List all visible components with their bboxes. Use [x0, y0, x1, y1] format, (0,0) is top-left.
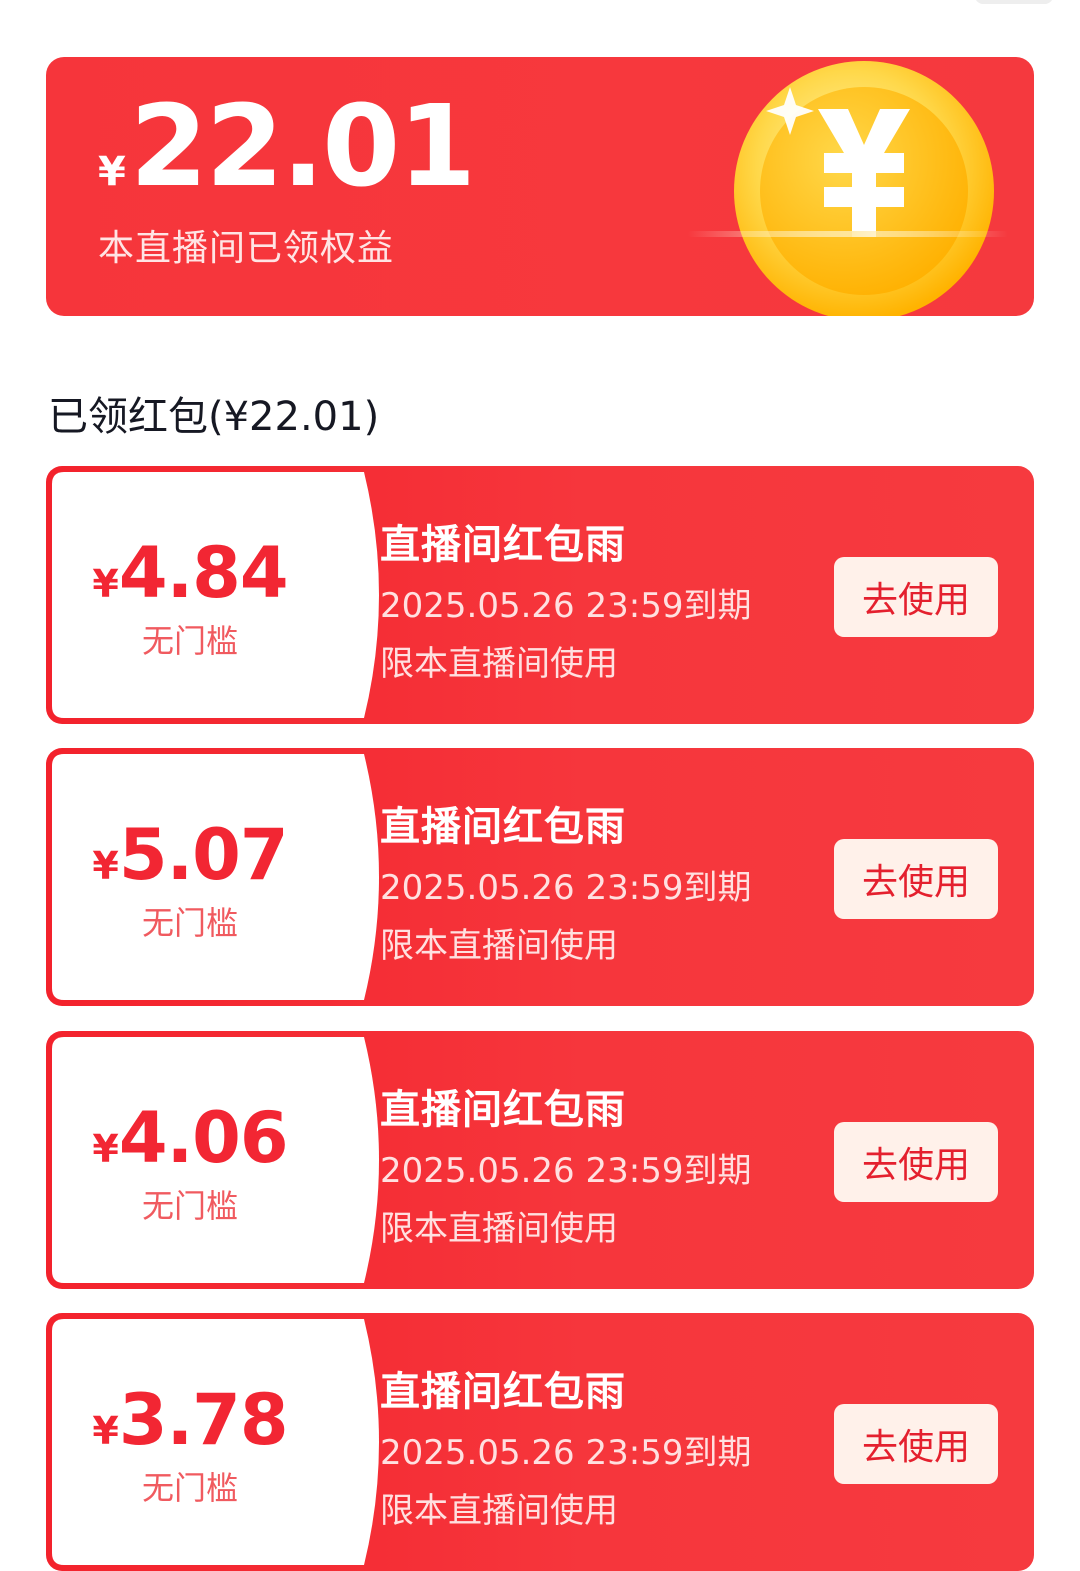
top-edge-element [975, 0, 1053, 4]
coupon-card: ¥3.78 无门槛 直播间红包雨 2025.05.26 23:59到期 限本直播… [46, 1313, 1034, 1571]
coupon-title: 直播间红包雨 [380, 1087, 626, 1133]
coupon-threshold: 无门槛 [141, 1469, 238, 1507]
coupon-amount: 4.06 [118, 1097, 289, 1179]
benefit-summary-card: ¥ 22.01 本直播间已领权益 [46, 57, 1034, 316]
coupon-price: ¥3.78 [52, 1379, 328, 1461]
coupon-threshold: 无门槛 [141, 622, 238, 660]
coupon-currency: ¥ [92, 844, 119, 888]
currency-symbol: ¥ [98, 149, 126, 195]
coupon-scope: 限本直播间使用 [380, 926, 618, 966]
use-coupon-button[interactable]: 去使用 [834, 557, 998, 637]
coupon-threshold: 无门槛 [141, 1187, 238, 1225]
coupon-amount: 4.84 [118, 532, 289, 614]
coupon-title: 直播间红包雨 [380, 804, 626, 850]
use-coupon-button[interactable]: 去使用 [834, 1404, 998, 1484]
total-amount-row: ¥ 22.01 [98, 82, 476, 212]
coupon-price: ¥5.07 [52, 814, 328, 896]
coupon-amount: 3.78 [118, 1379, 289, 1461]
coupon-amount: 5.07 [118, 814, 289, 896]
coupon-scope: 限本直播间使用 [380, 1491, 618, 1531]
coupon-card: ¥5.07 无门槛 直播间红包雨 2025.05.26 23:59到期 限本直播… [46, 748, 1034, 1006]
coupon-scope: 限本直播间使用 [380, 1209, 618, 1249]
coupon-currency: ¥ [92, 1409, 119, 1453]
coupon-title: 直播间红包雨 [380, 1369, 626, 1415]
coupon-title: 直播间红包雨 [380, 522, 626, 568]
coupon-expiry: 2025.05.26 23:59到期 [380, 868, 752, 908]
use-coupon-button[interactable]: 去使用 [834, 839, 998, 919]
coupon-expiry: 2025.05.26 23:59到期 [380, 1433, 752, 1473]
coupon-scope: 限本直播间使用 [380, 644, 618, 684]
coupon-price: ¥4.06 [52, 1097, 328, 1179]
section-title: 已领红包(¥22.01) [48, 394, 380, 440]
coupon-expiry: 2025.05.26 23:59到期 [380, 586, 752, 626]
total-amount: 22.01 [129, 82, 476, 212]
coupon-card: ¥4.06 无门槛 直播间红包雨 2025.05.26 23:59到期 限本直播… [46, 1031, 1034, 1289]
yuan-coin-icon [688, 61, 1008, 316]
coupon-currency: ¥ [92, 1127, 119, 1171]
coupon-expiry: 2025.05.26 23:59到期 [380, 1151, 752, 1191]
use-coupon-button[interactable]: 去使用 [834, 1122, 998, 1202]
summary-subtitle: 本直播间已领权益 [98, 228, 395, 269]
coupon-price: ¥4.84 [52, 532, 328, 614]
coupon-currency: ¥ [92, 562, 119, 606]
coupon-threshold: 无门槛 [141, 904, 238, 942]
coupon-card: ¥4.84 无门槛 直播间红包雨 2025.05.26 23:59到期 限本直播… [46, 466, 1034, 724]
